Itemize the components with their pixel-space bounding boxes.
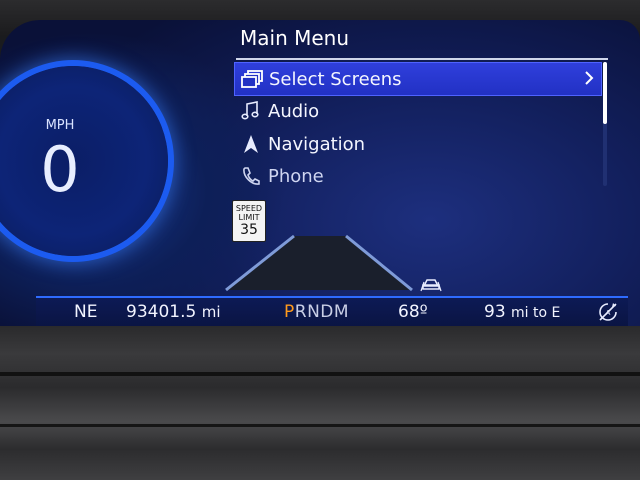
speed-unit: MPH [45, 118, 75, 133]
housing-seam [0, 372, 640, 376]
menu-item-audio[interactable]: Audio [234, 95, 600, 127]
compass-heading: NE [74, 302, 98, 322]
odometer-unit: mi [201, 303, 221, 321]
menu-item-label: Navigation [268, 133, 366, 155]
outside-temperature: 68º [398, 302, 428, 322]
screens-icon [235, 69, 269, 89]
scrollbar-thumb[interactable] [603, 62, 607, 124]
chevron-right-icon [583, 69, 595, 92]
menu-item-label: Select Screens [269, 68, 402, 90]
menu-divider [236, 58, 608, 60]
menu-item-select-screens[interactable]: Select Screens [234, 62, 602, 96]
menu-item-navigation[interactable]: Navigation [234, 128, 600, 160]
gear-indicator: PRNDM [284, 302, 349, 322]
menu-item-label: Audio [268, 100, 320, 122]
range-to-empty: 93 mi to E [484, 302, 560, 322]
phone-icon [234, 165, 268, 187]
music-note-icon [234, 100, 268, 122]
menu-item-label: Phone [268, 165, 324, 187]
road-graphic [225, 234, 413, 292]
speed-limit-line1: SPEED [235, 204, 263, 213]
menu-title: Main Menu [240, 26, 350, 50]
navigation-arrow-icon [234, 133, 268, 155]
range-value: 93 [484, 302, 506, 322]
instrument-cluster: MPH 0 Main Menu Select Screens Audio Nav… [0, 0, 640, 480]
housing-seam [0, 424, 640, 427]
status-bar: NE 93401.5 mi PRNDM 68º 93 mi to E A [36, 296, 628, 328]
gear-others: RNDM [294, 302, 350, 322]
speed-limit-line2: LIMIT [238, 213, 260, 222]
dash-housing [0, 326, 640, 480]
auto-start-stop-off-icon: A [596, 300, 620, 329]
odometer-value: 93401.5 [126, 302, 197, 322]
speed-value: 0 [40, 133, 80, 206]
gear-active: P [284, 302, 295, 322]
menu-item-phone[interactable]: Phone [234, 160, 600, 192]
menu-scrollbar[interactable] [603, 62, 607, 186]
range-unit: mi to E [511, 305, 561, 321]
driver-assist-car-icon [420, 279, 442, 292]
odometer: 93401.5 mi [126, 302, 221, 322]
